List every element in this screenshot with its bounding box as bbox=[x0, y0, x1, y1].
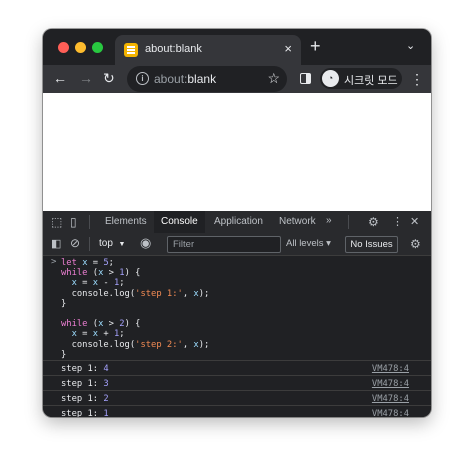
tab-network[interactable]: Network bbox=[279, 216, 316, 227]
code-line: while (x > 2) { bbox=[61, 319, 141, 330]
code-line: } bbox=[61, 298, 67, 309]
zoom-window-button[interactable] bbox=[92, 42, 103, 53]
code-line: console.log('step 2:', x); bbox=[61, 339, 210, 350]
dropdown-arrow-icon: ▼ bbox=[118, 241, 126, 248]
tab-search-chevron-icon[interactable]: ⌄ bbox=[406, 39, 415, 52]
console-settings-gear-icon[interactable]: ⚙ bbox=[410, 238, 421, 250]
log-value: 2 bbox=[103, 394, 109, 404]
tab-elements[interactable]: Elements bbox=[105, 216, 147, 227]
close-window-button[interactable] bbox=[58, 42, 69, 53]
address-text: about:blank bbox=[154, 72, 216, 86]
console-output[interactable]: > let x = 5; while (x > 1) { x = x - 1; c… bbox=[43, 256, 431, 417]
log-source-link[interactable]: VM478:4 bbox=[372, 409, 409, 417]
incognito-indicator[interactable]: ◔ 시크릿 모드 bbox=[320, 68, 402, 89]
log-value: 4 bbox=[103, 364, 109, 374]
page-favicon-icon bbox=[124, 43, 138, 57]
log-row: step 1: 1 VM478:4 bbox=[43, 405, 431, 417]
log-source-link[interactable]: VM478:4 bbox=[372, 364, 409, 374]
tab-title: about:blank bbox=[145, 43, 202, 55]
code-line: x = x - 1; bbox=[71, 278, 125, 289]
context-selector[interactable]: top ▼ bbox=[99, 238, 125, 249]
settings-gear-icon[interactable]: ⚙ bbox=[368, 216, 379, 228]
log-message: step 1: 3 bbox=[61, 379, 109, 389]
more-tabs-icon[interactable]: » bbox=[326, 215, 332, 226]
browser-tab[interactable]: about:blank × bbox=[115, 35, 301, 65]
console-toolbar: ◧ ⊘ top ▼ ◉ Filter All levels ▾ No Issue… bbox=[43, 233, 431, 256]
log-row: step 1: 3 VM478:4 bbox=[43, 375, 431, 390]
log-value: 1 bbox=[103, 409, 109, 417]
inspect-element-icon[interactable]: ⬚ bbox=[51, 216, 62, 228]
code-line: while (x > 1) { bbox=[61, 268, 141, 279]
divider bbox=[89, 215, 90, 229]
log-message: step 1: 1 bbox=[61, 409, 109, 417]
code-line: x = x + 1; bbox=[71, 329, 125, 340]
reload-icon[interactable]: ↻ bbox=[103, 70, 115, 86]
code-line: let x = 5; bbox=[61, 258, 114, 268]
close-devtools-icon[interactable]: ✕ bbox=[410, 216, 419, 228]
filter-placeholder: Filter bbox=[173, 239, 195, 250]
log-value: 3 bbox=[103, 379, 109, 389]
show-sidebar-icon[interactable]: ◧ bbox=[51, 238, 61, 250]
tab-strip: about:blank × + ⌄ bbox=[43, 29, 431, 65]
code-line: console.log('step 1:', x); bbox=[61, 288, 210, 299]
log-message: step 1: 2 bbox=[61, 394, 109, 404]
bookmark-star-icon[interactable]: ☆ bbox=[267, 70, 280, 87]
address-path: blank bbox=[187, 72, 217, 86]
incognito-icon: ◔ bbox=[322, 70, 339, 87]
minimize-window-button[interactable] bbox=[75, 42, 86, 53]
log-row: step 1: 4 VM478:4 bbox=[43, 360, 431, 375]
log-levels-dropdown[interactable]: All levels ▾ bbox=[286, 238, 331, 249]
context-label: top bbox=[99, 238, 113, 249]
log-source-link[interactable]: VM478:4 bbox=[372, 394, 409, 404]
device-toolbar-icon[interactable]: ▯ bbox=[70, 216, 77, 228]
log-message: step 1: 4 bbox=[61, 364, 109, 374]
tab-application[interactable]: Application bbox=[214, 216, 263, 227]
forward-icon[interactable]: → bbox=[79, 70, 93, 86]
divider bbox=[89, 237, 90, 251]
log-row: step 1: 2 VM478:4 bbox=[43, 390, 431, 405]
side-panel-icon[interactable] bbox=[300, 73, 311, 84]
input-prompt-chevron-icon: > bbox=[51, 257, 57, 267]
code-line: } bbox=[61, 349, 67, 360]
devtools-tab-bar: ⬚ ▯ Elements Console Application Network… bbox=[43, 211, 431, 234]
log-source-link[interactable]: VM478:4 bbox=[372, 379, 409, 389]
divider bbox=[348, 215, 349, 229]
site-info-icon[interactable]: i bbox=[136, 72, 149, 85]
close-tab-icon[interactable]: × bbox=[284, 41, 292, 56]
tab-console[interactable]: Console bbox=[154, 211, 205, 233]
page-content bbox=[43, 93, 431, 211]
devtools-menu-icon[interactable]: ⋮ bbox=[392, 216, 403, 228]
console-filter-input[interactable]: Filter bbox=[167, 236, 281, 253]
address-prefix: about: bbox=[154, 72, 188, 86]
live-expression-eye-icon[interactable]: ◉ bbox=[140, 236, 151, 249]
issues-button[interactable]: No Issues bbox=[345, 236, 398, 253]
address-bar[interactable]: i about:blank ☆ bbox=[127, 66, 287, 92]
devtools-panel: ⬚ ▯ Elements Console Application Network… bbox=[43, 211, 431, 417]
browser-window: about:blank × + ⌄ ← → ↻ i about:blank ☆ … bbox=[43, 29, 431, 417]
back-icon[interactable]: ← bbox=[53, 70, 67, 86]
clear-console-icon[interactable]: ⊘ bbox=[70, 237, 80, 249]
new-tab-button[interactable]: + bbox=[310, 37, 321, 55]
browser-toolbar: ← → ↻ i about:blank ☆ ◔ 시크릿 모드 ⋮ bbox=[43, 65, 431, 93]
incognito-label: 시크릿 모드 bbox=[344, 75, 398, 87]
browser-menu-icon[interactable]: ⋮ bbox=[410, 71, 424, 88]
